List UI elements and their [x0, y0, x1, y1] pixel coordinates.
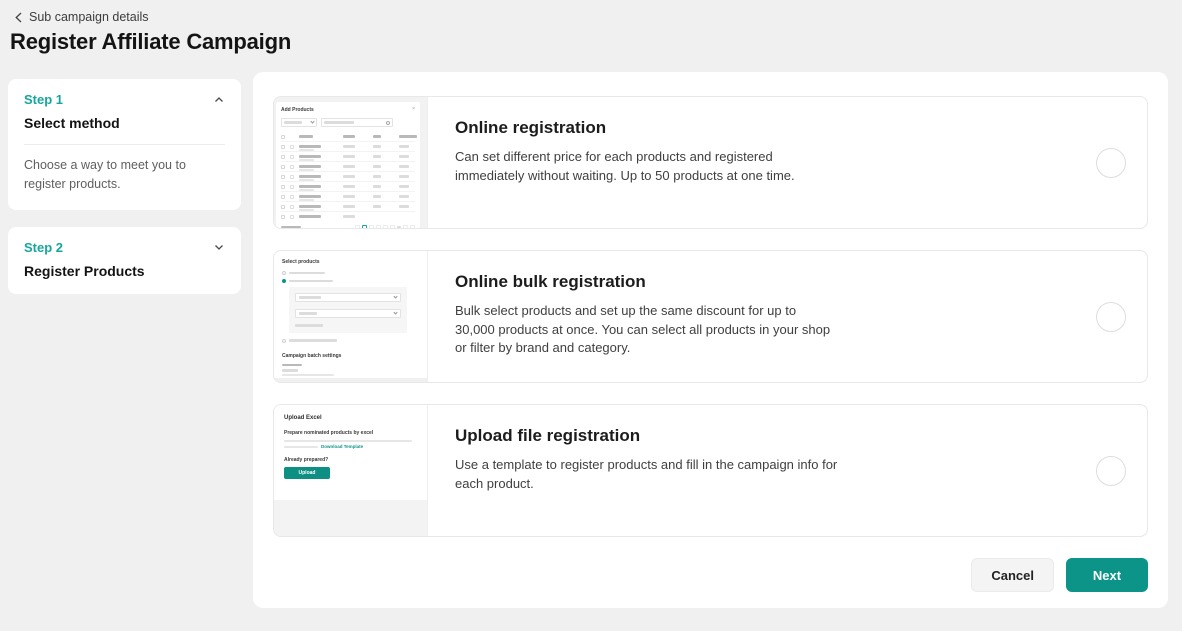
option-online-bulk-registration-radio[interactable] — [1096, 302, 1126, 332]
option-online-registration-radio[interactable] — [1096, 148, 1126, 178]
sidebar-step-1: Step 1 Select method Choose a way to mee… — [8, 79, 241, 210]
step-2-label: Step 2 — [24, 240, 63, 255]
page-title: Register Affiliate Campaign — [10, 29, 291, 55]
chevron-down-icon[interactable] — [213, 241, 225, 253]
chevron-up-icon[interactable] — [213, 94, 225, 106]
option-title: Online bulk registration — [455, 272, 1084, 292]
footer-actions: Cancel Next — [273, 558, 1148, 592]
option-description: Bulk select products and set up the same… — [455, 302, 1084, 358]
step-1-label: Step 1 — [24, 92, 63, 107]
mini-search-icon — [386, 121, 390, 125]
mini-close-icon: × — [412, 106, 415, 112]
option-upload-file-registration-radio[interactable] — [1096, 456, 1126, 486]
mini-settings-title: Campaign batch settings — [282, 353, 419, 359]
mini-already-prepared-label: Already prepared? — [284, 457, 417, 463]
step-1-header[interactable]: Step 1 — [24, 92, 225, 107]
mini-download-template-link: Download Template — [321, 445, 363, 450]
mini-modal-title: Add Products — [281, 107, 415, 113]
divider — [24, 144, 225, 145]
option-title: Upload file registration — [455, 426, 1084, 446]
steps-sidebar: Step 1 Select method Choose a way to mee… — [8, 79, 241, 294]
option-upload-file-registration-thumbnail: Upload Excel Prepare nominated products … — [274, 405, 428, 536]
mini-form-title: Select products — [282, 259, 419, 265]
mini-upload-title: Upload Excel — [284, 415, 417, 421]
option-title: Online registration — [455, 118, 1084, 138]
mini-upload-button: Upload — [284, 467, 330, 479]
step-2-header[interactable]: Step 2 — [24, 240, 225, 255]
option-online-registration-thumbnail: Add Products × — [274, 97, 428, 228]
chevron-left-icon — [14, 12, 23, 23]
option-online-registration-content: Online registration Can set different pr… — [428, 97, 1084, 228]
option-online-bulk-registration[interactable]: Select products Campaign batch settings … — [273, 250, 1148, 383]
cancel-button[interactable]: Cancel — [971, 558, 1054, 592]
select-method-panel: Add Products × — [253, 72, 1168, 608]
next-button[interactable]: Next — [1066, 558, 1148, 592]
sidebar-step-2: Step 2 Register Products — [8, 227, 241, 294]
option-upload-file-registration-content: Upload file registration Use a template … — [428, 405, 1084, 536]
breadcrumb[interactable]: Sub campaign details — [14, 10, 149, 24]
option-online-bulk-registration-thumbnail: Select products Campaign batch settings — [274, 251, 428, 382]
step-2-name: Register Products — [24, 263, 225, 279]
breadcrumb-label: Sub campaign details — [29, 10, 149, 24]
option-description: Can set different price for each product… — [455, 148, 1084, 185]
option-online-bulk-registration-content: Online bulk registration Bulk select pro… — [428, 251, 1084, 382]
step-1-description: Choose a way to meet you to register pro… — [24, 156, 225, 195]
option-online-registration[interactable]: Add Products × — [273, 96, 1148, 229]
option-upload-file-registration[interactable]: Upload Excel Prepare nominated products … — [273, 404, 1148, 537]
step-1-name: Select method — [24, 115, 225, 131]
option-description: Use a template to register products and … — [455, 456, 1084, 493]
mini-prepare-label: Prepare nominated products by excel — [284, 430, 417, 436]
